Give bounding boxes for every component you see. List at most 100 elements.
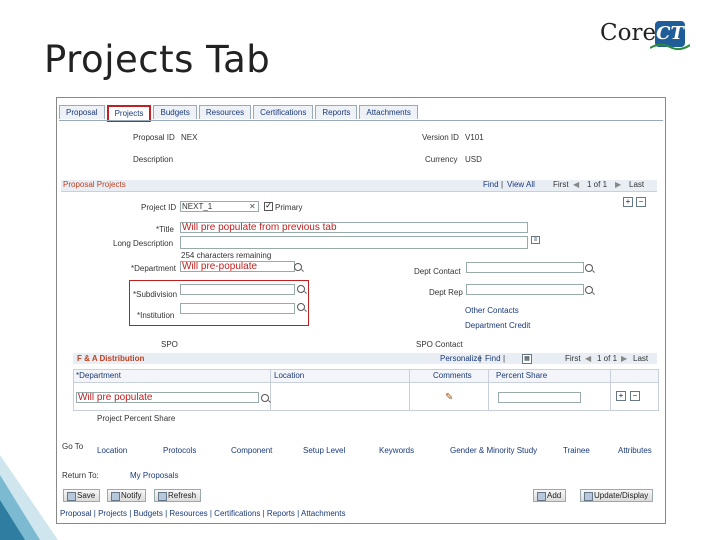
department-label: *Department <box>131 264 176 273</box>
project-percent-share-label: Project Percent Share <box>97 414 176 423</box>
grid-header-row: *Department Location Comments Percent Sh… <box>74 370 658 383</box>
long-description-input[interactable] <box>180 236 528 249</box>
tab-bar: Proposal Projects Budgets Resources Cert… <box>59 105 420 122</box>
fa-distribution-grid: *Department Location Comments Percent Sh… <box>73 369 659 411</box>
tab-divider <box>59 120 663 121</box>
fa-pager: 1 of 1 <box>597 354 618 363</box>
fa-department-lookup-icon[interactable] <box>261 394 269 402</box>
find-link[interactable]: Find <box>483 180 499 189</box>
dept-contact-lookup-icon[interactable] <box>585 264 593 272</box>
expand-icon[interactable]: ≡ <box>531 236 540 244</box>
save-button[interactable]: Save <box>63 489 101 502</box>
next-arrow-icon[interactable]: ▶ <box>615 180 621 189</box>
subdivision-lookup-icon[interactable] <box>297 285 305 293</box>
primary-checkbox[interactable]: ✓ <box>264 202 273 211</box>
dept-rep-label: Dept Rep <box>429 288 463 297</box>
title-input[interactable]: Will pre populate from previous tab <box>180 222 528 233</box>
col-comments[interactable]: Comments <box>433 371 472 380</box>
version-id-value: V101 <box>465 133 484 142</box>
add-row-icon[interactable]: + <box>623 197 633 207</box>
spo-label: SPO <box>161 340 178 349</box>
spo-contact-label: SPO Contact <box>416 340 463 349</box>
fa-first-link[interactable]: First <box>565 354 581 363</box>
other-contacts-link[interactable]: Other Contacts <box>465 306 519 315</box>
institution-lookup-icon[interactable] <box>297 303 305 311</box>
proposal-id-label: Proposal ID <box>133 133 175 142</box>
first-arrow-icon[interactable]: ◀ <box>573 180 579 189</box>
last-link[interactable]: Last <box>629 180 644 189</box>
fa-distribution-title: F & A Distribution <box>77 354 145 363</box>
currency-value: USD <box>465 155 482 164</box>
logo-core-text: Core <box>600 20 657 46</box>
goto-setup-level-link[interactable]: Setup Level <box>303 446 345 455</box>
fa-last-link[interactable]: Last <box>633 354 648 363</box>
notify-icon <box>111 492 120 501</box>
bottom-page-links[interactable]: Proposal | Projects | Budgets | Resource… <box>60 509 345 518</box>
primary-label: Primary <box>275 203 303 212</box>
pager-text: 1 of 1 <box>587 180 608 189</box>
tab-attachments[interactable]: Attachments <box>359 105 418 119</box>
tab-proposal[interactable]: Proposal <box>59 105 105 119</box>
personalize-link[interactable]: Personalize <box>440 354 482 363</box>
clear-icon[interactable]: ✕ <box>249 202 256 211</box>
long-description-label: Long Description <box>113 239 174 248</box>
department-input[interactable]: Will pre-populate <box>180 261 295 272</box>
subdivision-input[interactable] <box>180 284 295 295</box>
goto-label: Go To <box>62 442 84 451</box>
comments-icon[interactable]: ✎ <box>445 392 453 403</box>
department-lookup-icon[interactable] <box>294 263 302 271</box>
fa-add-row-icon[interactable]: + <box>616 391 626 401</box>
goto-gender-minority-link[interactable]: Gender & Minority Study <box>450 446 537 455</box>
tab-reports[interactable]: Reports <box>315 105 358 119</box>
slide-title: Projects Tab <box>44 38 271 81</box>
proposal-projects-header: Proposal Projects Find | View All First … <box>61 180 657 192</box>
delete-row-icon[interactable]: − <box>636 197 646 207</box>
add-button[interactable]: Add <box>533 489 567 502</box>
dept-rep-input[interactable] <box>466 284 584 295</box>
goto-keywords-link[interactable]: Keywords <box>379 446 414 455</box>
col-percent-share[interactable]: Percent Share <box>496 371 547 380</box>
title-label: *Title <box>156 225 174 234</box>
fa-first-arrow-icon[interactable]: ◀ <box>585 354 591 363</box>
fa-next-arrow-icon[interactable]: ▶ <box>621 354 627 363</box>
return-to-label: Return To: <box>62 471 99 480</box>
col-location[interactable]: Location <box>274 371 304 380</box>
project-id-input[interactable]: NEXT_1 <box>180 201 259 212</box>
dept-contact-input[interactable] <box>466 262 584 273</box>
refresh-button[interactable]: Refresh <box>154 489 202 502</box>
institution-input[interactable] <box>180 303 295 314</box>
version-id-label: Version ID <box>422 133 459 142</box>
my-proposals-link[interactable]: My Proposals <box>130 471 178 480</box>
update-display-button[interactable]: Update/Display <box>580 489 654 502</box>
fa-find-link[interactable]: Find <box>485 354 501 363</box>
col-department[interactable]: *Department <box>76 371 121 380</box>
department-credit-link[interactable]: Department Credit <box>465 321 530 330</box>
goto-attributes-link[interactable]: Attributes <box>618 446 652 455</box>
project-id-label: Project ID <box>141 203 177 212</box>
goto-trainee-link[interactable]: Trainee <box>563 446 590 455</box>
goto-protocols-link[interactable]: Protocols <box>163 446 196 455</box>
update-display-icon <box>584 492 593 501</box>
fa-department-input[interactable]: Will pre populate <box>76 392 259 403</box>
tab-resources[interactable]: Resources <box>198 105 252 119</box>
goto-location-link[interactable]: Location <box>97 446 127 455</box>
subdivision-label: *Subdivision <box>133 290 178 299</box>
grid-view-icon[interactable]: ▦ <box>522 354 532 364</box>
percent-share-input[interactable] <box>498 392 581 403</box>
description-label: Description <box>133 155 174 164</box>
peoplesoft-screenshot: Proposal Projects Budgets Resources Cert… <box>56 97 666 524</box>
proposal-projects-title: Proposal Projects <box>63 180 126 189</box>
tab-certifications[interactable]: Certifications <box>253 105 314 119</box>
notify-button[interactable]: Notify <box>107 489 147 502</box>
fa-delete-row-icon[interactable]: − <box>630 391 640 401</box>
tab-budgets[interactable]: Budgets <box>153 105 197 119</box>
dept-contact-label: Dept Contact <box>414 267 461 276</box>
dept-rep-lookup-icon[interactable] <box>585 286 593 294</box>
logo-swoosh-icon <box>650 43 690 51</box>
first-link[interactable]: First <box>553 180 569 189</box>
refresh-icon <box>158 492 167 501</box>
decorative-swoosh <box>0 455 58 540</box>
chars-remaining: 254 characters remaining <box>181 251 272 260</box>
goto-component-link[interactable]: Component <box>231 446 272 455</box>
view-all-link[interactable]: View All <box>507 180 535 189</box>
